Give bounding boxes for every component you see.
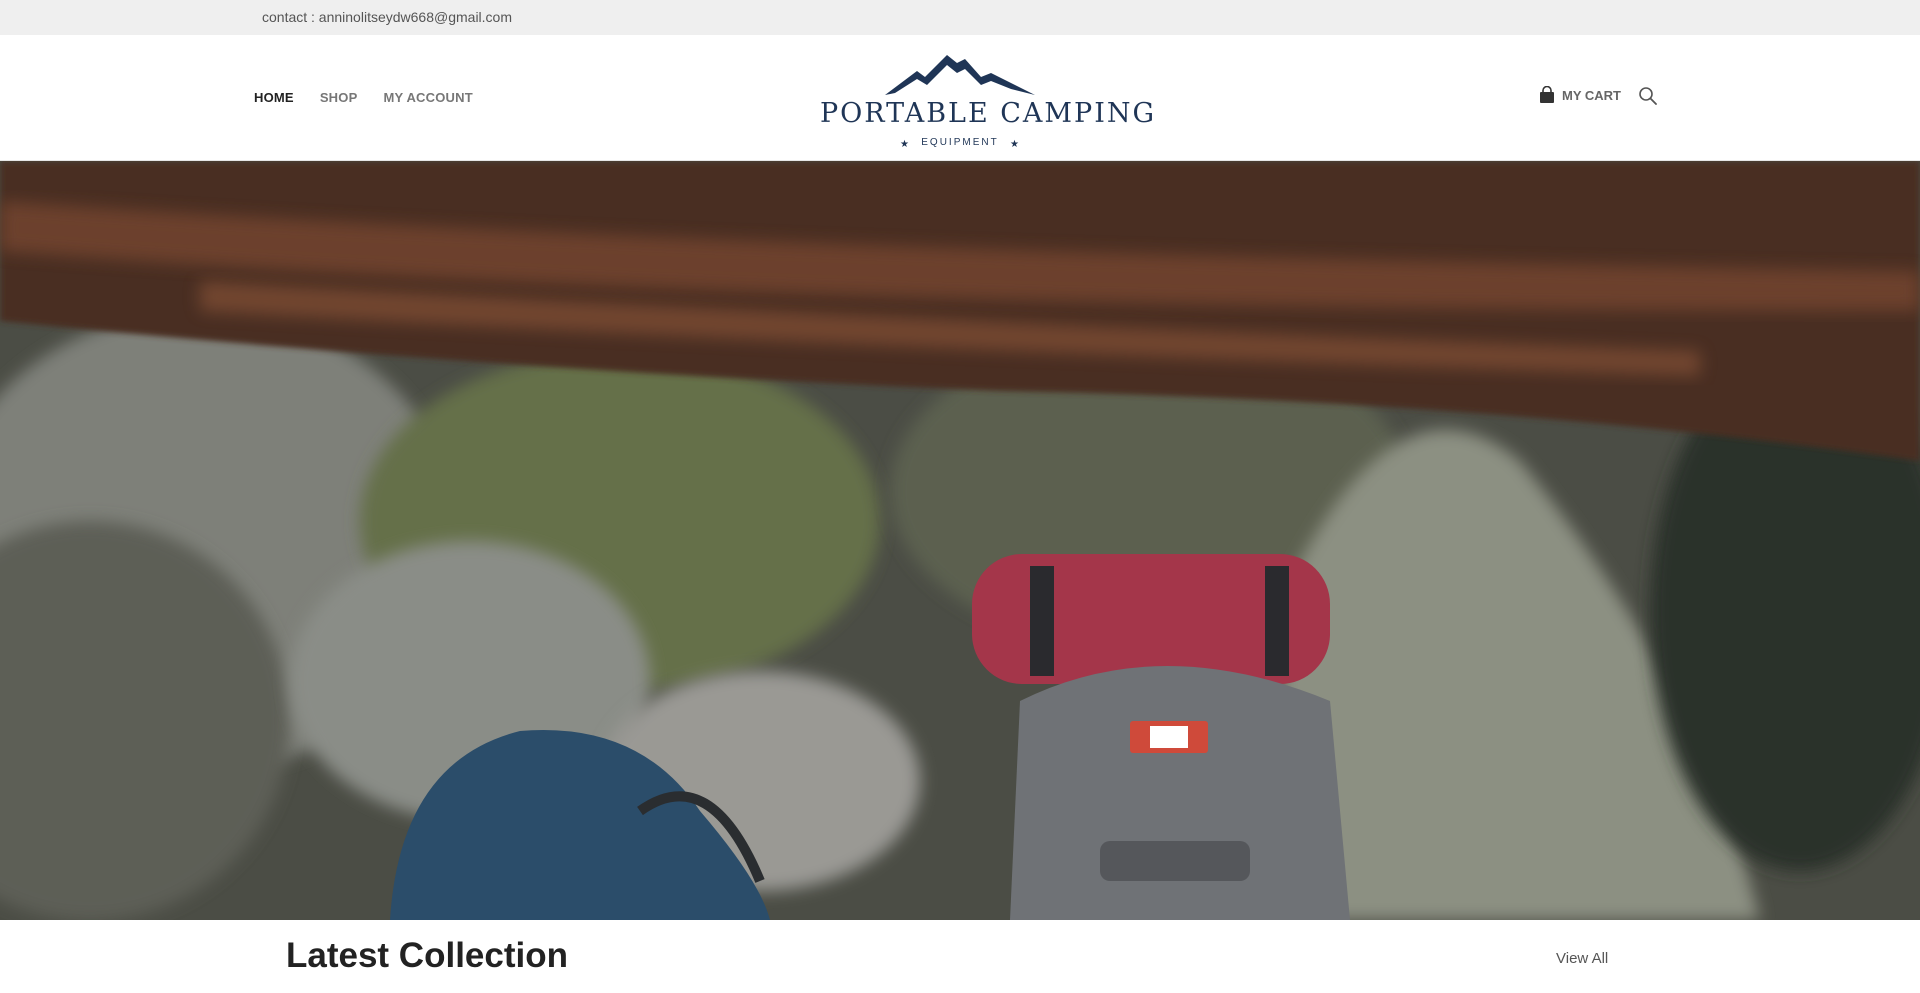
logo-brand-text: PORTABLE CAMPING xyxy=(820,98,1157,129)
mountain-logo-icon xyxy=(885,55,1035,95)
logo-star-icon: ★ xyxy=(1010,139,1019,150)
hero-illustration xyxy=(0,161,1920,920)
nav-my-account[interactable]: MY ACCOUNT xyxy=(383,90,472,105)
site-logo[interactable]: PORTABLE CAMPING ★ EQUIPMENT ★ xyxy=(820,51,1157,159)
top-bar: contact : anninolitseydw668@gmail.com xyxy=(0,0,1920,35)
view-all-link[interactable]: View All xyxy=(1556,950,1608,967)
hero-banner-image xyxy=(0,161,1920,920)
nav-shop[interactable]: SHOP xyxy=(320,90,358,105)
section-title: Latest Collection xyxy=(286,936,568,975)
search-icon xyxy=(1639,87,1657,105)
my-cart-button[interactable]: MY CART xyxy=(1538,86,1621,104)
latest-collection-section: Latest Collection View All xyxy=(0,920,1920,993)
nav-home[interactable]: HOME xyxy=(254,90,294,105)
site-header: HOME SHOP MY ACCOUNT PORTABLE CAMPING ★ … xyxy=(0,35,1920,161)
contact-email: contact : anninolitseydw668@gmail.com xyxy=(262,9,513,25)
shopping-bag-icon xyxy=(1540,86,1554,103)
main-nav: HOME SHOP MY ACCOUNT xyxy=(254,90,473,105)
search-button[interactable] xyxy=(1638,86,1658,111)
cart-label: MY CART xyxy=(1562,87,1621,103)
logo-sub-text: EQUIPMENT xyxy=(921,137,999,148)
